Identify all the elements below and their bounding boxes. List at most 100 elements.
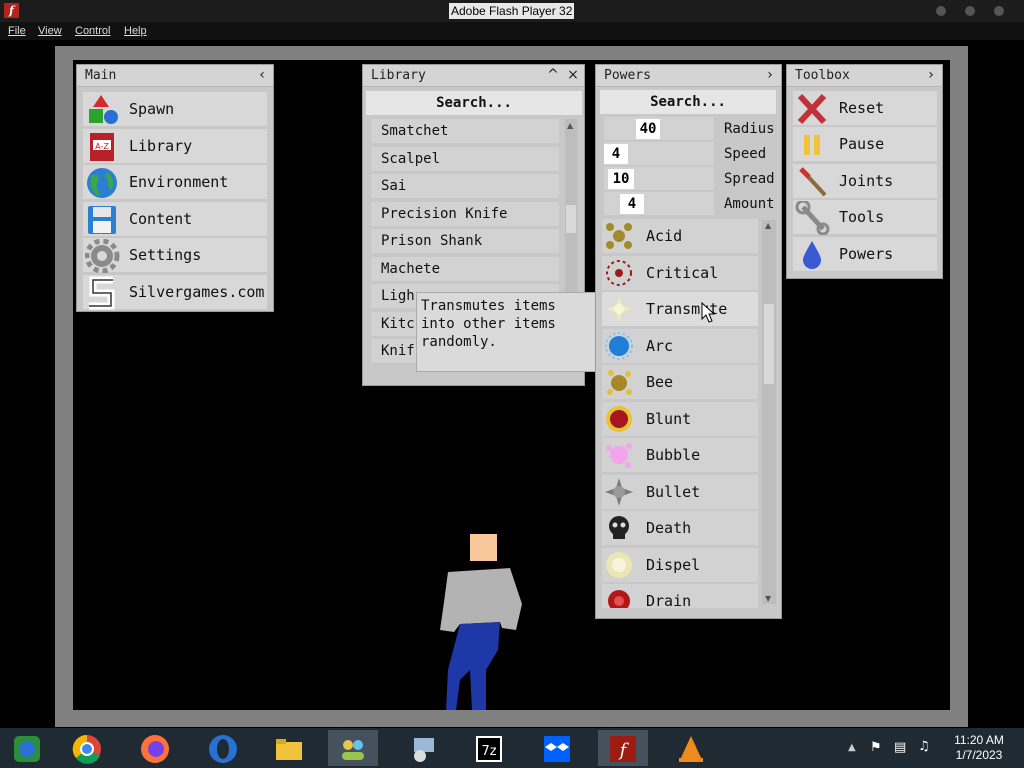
- taskbar-network-setup[interactable]: [398, 730, 448, 766]
- collapse-up-icon[interactable]: ^: [544, 65, 562, 87]
- ragdoll-figure[interactable]: [430, 530, 530, 710]
- power-item-dispel[interactable]: Dispel: [602, 548, 758, 582]
- scroll-up-icon[interactable]: ▲: [567, 121, 573, 130]
- menu-item-library[interactable]: A-Z Library: [83, 129, 267, 163]
- volume-icon[interactable]: ♫: [918, 739, 930, 754]
- expand-chevron-icon[interactable]: ›: [761, 65, 779, 87]
- power-item-death[interactable]: Death: [602, 511, 758, 545]
- powers-search-input[interactable]: Search...: [600, 90, 776, 114]
- menu-item-silvergames[interactable]: Silvergames.com: [83, 275, 267, 310]
- chrome-icon: [72, 734, 101, 764]
- bullet-power-icon: [605, 478, 633, 506]
- power-item-transmute[interactable]: Transmute: [602, 292, 758, 326]
- taskbar-dropbox[interactable]: [532, 730, 582, 766]
- powers-panel-header: Powers ›: [596, 65, 781, 87]
- library-search-input[interactable]: Search...: [366, 91, 582, 115]
- taskbar-vlc[interactable]: [666, 730, 716, 766]
- 7zip-icon: 7z: [476, 736, 502, 762]
- drain-power-icon: [608, 590, 630, 608]
- speed-value[interactable]: 4: [604, 144, 628, 164]
- spread-label: Spread: [724, 171, 775, 187]
- taskbar-file-explorer[interactable]: [264, 730, 314, 766]
- speed-label: Speed: [724, 146, 767, 162]
- power-item-critical[interactable]: Critical: [602, 256, 758, 290]
- tray-overflow-icon[interactable]: ▲: [848, 742, 856, 753]
- menu-item-label: Silvergames.com: [129, 283, 265, 301]
- opera-icon: [209, 735, 237, 763]
- taskbar-chrome[interactable]: [62, 730, 112, 766]
- menu-item-label: Environment: [129, 173, 229, 191]
- power-item-bullet[interactable]: Bullet: [602, 475, 758, 509]
- amount-value[interactable]: 4: [620, 194, 644, 214]
- taskbar-opera[interactable]: [198, 730, 248, 766]
- tool-item-tools[interactable]: Tools: [793, 200, 937, 235]
- collapse-chevron-icon[interactable]: ‹: [253, 65, 271, 87]
- taskbar-firefox[interactable]: [130, 730, 180, 766]
- spread-value[interactable]: 10: [608, 169, 634, 189]
- transmute-tooltip: Transmutes items into other items random…: [416, 292, 598, 372]
- library-item[interactable]: Sai: [371, 174, 559, 198]
- network-icon[interactable]: ▤: [894, 740, 906, 755]
- people-icon: [342, 740, 364, 760]
- bubble-power-icon: [606, 443, 632, 468]
- library-item[interactable]: Machete: [371, 257, 559, 281]
- param-spread: 10 Spread: [604, 167, 776, 191]
- tool-item-powers[interactable]: Powers: [793, 237, 937, 271]
- close-button[interactable]: [994, 6, 1004, 16]
- taskbar-vm-app[interactable]: [2, 730, 52, 766]
- silvergames-logo-icon: [89, 276, 115, 310]
- power-item-blunt[interactable]: Blunt: [602, 402, 758, 436]
- clock-time: 11:20 AM: [954, 733, 1004, 747]
- power-item-acid[interactable]: Acid: [602, 219, 758, 253]
- library-item[interactable]: Prison Shank: [371, 229, 559, 253]
- menu-item-spawn[interactable]: Spawn: [83, 92, 267, 126]
- menu-file[interactable]: File: [8, 25, 26, 37]
- library-item[interactable]: Precision Knife: [371, 202, 559, 226]
- scroll-up-icon[interactable]: ▲: [765, 221, 771, 230]
- expand-chevron-icon[interactable]: ›: [922, 65, 940, 87]
- transmute-power-icon: [606, 296, 632, 322]
- menu-control[interactable]: Control: [75, 25, 110, 37]
- taskbar-people-app[interactable]: [328, 730, 378, 766]
- powers-drop-icon: [803, 241, 821, 269]
- svg-text:A-Z: A-Z: [95, 142, 109, 151]
- library-item[interactable]: Smatchet: [371, 119, 559, 143]
- joints-icon: [799, 167, 827, 197]
- maximize-button[interactable]: [965, 6, 975, 16]
- arc-power-icon: [605, 332, 633, 360]
- minimize-button[interactable]: [936, 6, 946, 16]
- menu-item-content[interactable]: Content: [83, 202, 267, 236]
- tool-item-reset[interactable]: Reset: [793, 91, 937, 125]
- flag-icon[interactable]: ⚑: [870, 740, 882, 755]
- tool-item-joints[interactable]: Joints: [793, 164, 937, 198]
- radius-label: Radius: [724, 121, 775, 137]
- menu-help[interactable]: Help: [124, 25, 147, 37]
- menu-item-environment[interactable]: Environment: [83, 165, 267, 199]
- power-item-bee[interactable]: Bee: [602, 365, 758, 399]
- vm-app-icon: [14, 736, 40, 762]
- scroll-down-icon[interactable]: ▼: [765, 594, 771, 603]
- taskbar-clock[interactable]: 11:20 AM 1/7/2023: [944, 733, 1014, 763]
- x-reset-icon: [797, 93, 827, 125]
- menu-item-settings[interactable]: Settings: [83, 238, 267, 273]
- window-titlebar: f Adobe Flash Player 32: [0, 0, 1024, 22]
- taskbar-7zip[interactable]: 7z: [464, 730, 514, 766]
- close-icon[interactable]: ×: [564, 65, 582, 87]
- powers-scroll-thumb[interactable]: [764, 304, 774, 384]
- radius-value[interactable]: 40: [636, 119, 660, 139]
- menu-item-label: Content: [129, 210, 193, 228]
- firefox-icon: [141, 735, 169, 763]
- powers-scrollbar[interactable]: ▲ ▼: [762, 220, 776, 604]
- menu-view[interactable]: View: [38, 25, 62, 37]
- network-setup-icon: [414, 738, 434, 762]
- mouse-cursor-icon: [701, 302, 715, 323]
- library-scroll-thumb[interactable]: [566, 205, 576, 233]
- power-item-arc[interactable]: Arc: [602, 329, 758, 363]
- tool-item-pause[interactable]: Pause: [793, 127, 937, 161]
- param-radius: 40 Radius: [604, 117, 776, 141]
- taskbar-flash-player[interactable]: f: [598, 730, 648, 766]
- main-panel: Main ‹ Spawn A-Z Library Environment Con…: [76, 64, 274, 312]
- power-item-bubble[interactable]: Bubble: [602, 438, 758, 472]
- library-item[interactable]: Scalpel: [371, 147, 559, 171]
- power-item-drain[interactable]: Drain: [602, 584, 758, 608]
